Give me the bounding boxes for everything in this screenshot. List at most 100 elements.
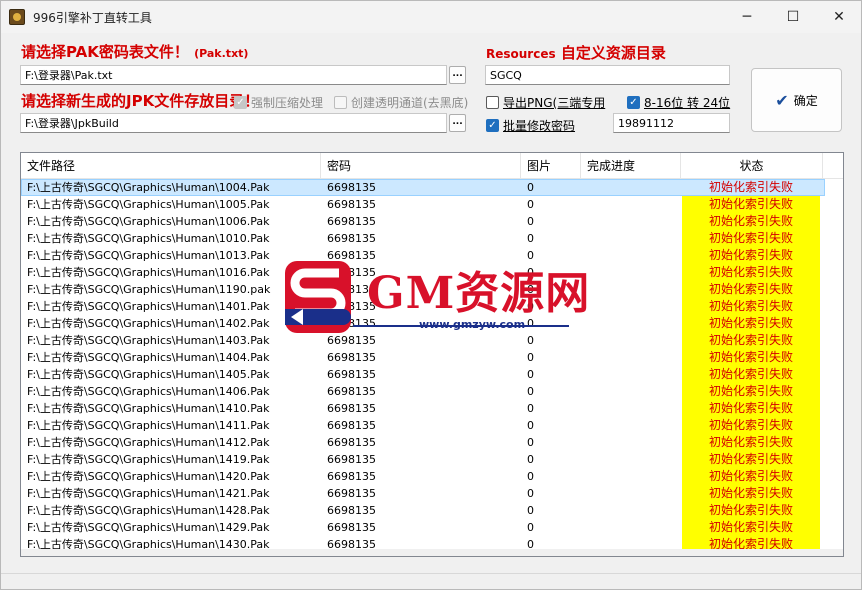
bit-convert-checkbox[interactable]: ✓ bbox=[627, 96, 640, 109]
force-compress-checkbox[interactable]: ✓ bbox=[234, 96, 247, 109]
pak-file-label-main: 请选择PAK密码表文件！ bbox=[21, 43, 189, 61]
table-row[interactable]: F:\上古传奇\SGCQ\Graphics\Human\1005.Pak 6698… bbox=[21, 196, 825, 213]
cell-password: 6698135 bbox=[327, 453, 376, 466]
cell-status: 初始化索引失败 bbox=[682, 315, 820, 332]
cell-path: F:\上古传奇\SGCQ\Graphics\Human\1190.pak bbox=[27, 283, 271, 296]
cell-progress bbox=[581, 468, 681, 485]
cell-status: 初始化索引失败 bbox=[682, 230, 820, 247]
table-row[interactable]: F:\上古传奇\SGCQ\Graphics\Human\1429.Pak 6698… bbox=[21, 519, 825, 536]
transparent-channel-checkbox[interactable] bbox=[334, 96, 347, 109]
cell-images: 0 bbox=[527, 181, 534, 194]
cell-path: F:\上古传奇\SGCQ\Graphics\Human\1420.Pak bbox=[27, 470, 270, 483]
cell-path: F:\上古传奇\SGCQ\Graphics\Human\1403.Pak bbox=[27, 334, 270, 347]
cell-path: F:\上古传奇\SGCQ\Graphics\Human\1410.Pak bbox=[27, 402, 270, 415]
batch-password-option[interactable]: ✓ 批量修改密码 bbox=[486, 117, 575, 134]
cell-progress bbox=[581, 519, 681, 536]
bit-convert-option[interactable]: ✓ 8-16位 转 24位 bbox=[627, 94, 730, 111]
close-button[interactable]: ✕ bbox=[816, 1, 862, 33]
cell-images: 0 bbox=[527, 436, 534, 449]
cell-path: F:\上古传奇\SGCQ\Graphics\Human\1006.Pak bbox=[27, 215, 270, 228]
table-row[interactable]: F:\上古传奇\SGCQ\Graphics\Human\1411.Pak 6698… bbox=[21, 417, 825, 434]
pak-file-path-input[interactable]: F:\登录器\Pak.txt bbox=[20, 65, 447, 85]
watermark: GM资源网 www.gmzyw.com bbox=[283, 255, 589, 341]
cell-progress bbox=[581, 281, 681, 298]
main-window: 996引擎补丁直转工具 ─ ☐ ✕ 请选择PAK密码表文件！ (Pak.txt)… bbox=[0, 0, 862, 590]
force-compress-option[interactable]: ✓ 强制压缩处理 bbox=[234, 94, 323, 111]
cell-images: 0 bbox=[527, 232, 534, 245]
cell-path: F:\上古传奇\SGCQ\Graphics\Human\1419.Pak bbox=[27, 453, 270, 466]
column-header-status[interactable]: 状态 bbox=[681, 153, 823, 179]
cell-path: F:\上古传奇\SGCQ\Graphics\Human\1401.Pak bbox=[27, 300, 270, 313]
horizontal-scrollbar[interactable] bbox=[21, 549, 843, 556]
column-header-progress[interactable]: 完成进度 bbox=[581, 153, 681, 179]
export-png-checkbox[interactable] bbox=[486, 96, 499, 109]
column-header-images[interactable]: 图片 bbox=[521, 153, 581, 179]
table-row[interactable]: F:\上古传奇\SGCQ\Graphics\Human\1419.Pak 6698… bbox=[21, 451, 825, 468]
table-row[interactable]: F:\上古传奇\SGCQ\Graphics\Human\1004.Pak 6698… bbox=[21, 179, 825, 196]
pak-file-browse-button[interactable]: ... bbox=[449, 66, 466, 84]
output-dir-browse-button[interactable]: ... bbox=[449, 114, 466, 132]
cell-progress bbox=[581, 230, 681, 247]
cell-status: 初始化索引失败 bbox=[682, 417, 820, 434]
table-row[interactable]: F:\上古传奇\SGCQ\Graphics\Human\1412.Pak 6698… bbox=[21, 434, 825, 451]
cell-path: F:\上古传奇\SGCQ\Graphics\Human\1404.Pak bbox=[27, 351, 270, 364]
table-row[interactable]: F:\上古传奇\SGCQ\Graphics\Human\1405.Pak 6698… bbox=[21, 366, 825, 383]
table-row[interactable]: F:\上古传奇\SGCQ\Graphics\Human\1428.Pak 6698… bbox=[21, 502, 825, 519]
column-header-password[interactable]: 密码 bbox=[321, 153, 521, 179]
ok-button[interactable]: ✔ 确定 bbox=[751, 68, 842, 132]
cell-images: 0 bbox=[527, 504, 534, 517]
status-bar bbox=[1, 573, 861, 589]
cell-progress bbox=[581, 417, 681, 434]
table-row[interactable]: F:\上古传奇\SGCQ\Graphics\Human\1410.Pak 6698… bbox=[21, 400, 825, 417]
cell-images: 0 bbox=[527, 419, 534, 432]
cell-password: 6698135 bbox=[327, 470, 376, 483]
cell-path: F:\上古传奇\SGCQ\Graphics\Human\1421.Pak bbox=[27, 487, 270, 500]
cell-status: 初始化索引失败 bbox=[682, 468, 820, 485]
batch-password-input[interactable]: 19891112 bbox=[613, 113, 730, 133]
app-icon bbox=[9, 9, 25, 25]
cell-status: 初始化索引失败 bbox=[682, 400, 820, 417]
table-row[interactable]: F:\上古传奇\SGCQ\Graphics\Human\1006.Pak 6698… bbox=[21, 213, 825, 230]
cell-path: F:\上古传奇\SGCQ\Graphics\Human\1010.Pak bbox=[27, 232, 270, 245]
cell-images: 0 bbox=[527, 215, 534, 228]
table-row[interactable]: F:\上古传奇\SGCQ\Graphics\Human\1420.Pak 6698… bbox=[21, 468, 825, 485]
table-row[interactable]: F:\上古传奇\SGCQ\Graphics\Human\1010.Pak 6698… bbox=[21, 230, 825, 247]
cell-status: 初始化索引失败 bbox=[682, 213, 820, 230]
window-title: 996引擎补丁直转工具 bbox=[33, 11, 152, 25]
batch-password-checkbox[interactable]: ✓ bbox=[486, 119, 499, 132]
resources-label: Resources 自定义资源目录 bbox=[486, 42, 666, 63]
cell-progress bbox=[581, 485, 681, 502]
cell-status: 初始化索引失败 bbox=[682, 264, 820, 281]
cell-status: 初始化索引失败 bbox=[708, 180, 793, 194]
cell-status: 初始化索引失败 bbox=[682, 502, 820, 519]
minimize-button[interactable]: ─ bbox=[724, 1, 770, 33]
table-header: 文件路径 密码 图片 完成进度 状态 bbox=[21, 153, 843, 179]
maximize-button[interactable]: ☐ bbox=[770, 1, 816, 33]
cell-password: 6698135 bbox=[327, 385, 376, 398]
cell-status: 初始化索引失败 bbox=[682, 383, 820, 400]
force-compress-label: 强制压缩处理 bbox=[251, 96, 324, 110]
file-list-table[interactable]: 文件路径 密码 图片 完成进度 状态 F:\上古传奇\SGCQ\Graphics… bbox=[20, 152, 844, 557]
cell-path: F:\上古传奇\SGCQ\Graphics\Human\1428.Pak bbox=[27, 504, 270, 517]
cell-status: 初始化索引失败 bbox=[682, 519, 820, 536]
cell-progress bbox=[581, 451, 681, 468]
ok-button-label: 确定 bbox=[793, 93, 818, 108]
transparent-channel-option[interactable]: 创建透明通道(去黑底) bbox=[334, 94, 468, 111]
batch-password-label: 批量修改密码 bbox=[503, 119, 576, 133]
output-dir-path-input[interactable]: F:\登录器\JpkBuild bbox=[20, 113, 447, 133]
table-row[interactable]: F:\上古传奇\SGCQ\Graphics\Human\1404.Pak 6698… bbox=[21, 349, 825, 366]
cell-status: 初始化索引失败 bbox=[682, 451, 820, 468]
cell-status: 初始化索引失败 bbox=[682, 332, 820, 349]
cell-images: 0 bbox=[527, 351, 534, 364]
table-row[interactable]: F:\上古传奇\SGCQ\Graphics\Human\1421.Pak 6698… bbox=[21, 485, 825, 502]
resources-dir-input[interactable]: SGCQ bbox=[485, 65, 730, 85]
cell-progress bbox=[581, 366, 681, 383]
table-row[interactable]: F:\上古传奇\SGCQ\Graphics\Human\1406.Pak 6698… bbox=[21, 383, 825, 400]
column-header-path[interactable]: 文件路径 bbox=[21, 153, 321, 179]
cell-progress bbox=[581, 332, 681, 349]
checkmark-icon: ✔ bbox=[775, 90, 789, 110]
export-png-option[interactable]: 导出PNG(三端专用 bbox=[486, 94, 605, 111]
cell-path: F:\上古传奇\SGCQ\Graphics\Human\1402.Pak bbox=[27, 317, 270, 330]
cell-password: 6698135 bbox=[327, 215, 376, 228]
watermark-text: GM资源网 bbox=[367, 268, 591, 319]
